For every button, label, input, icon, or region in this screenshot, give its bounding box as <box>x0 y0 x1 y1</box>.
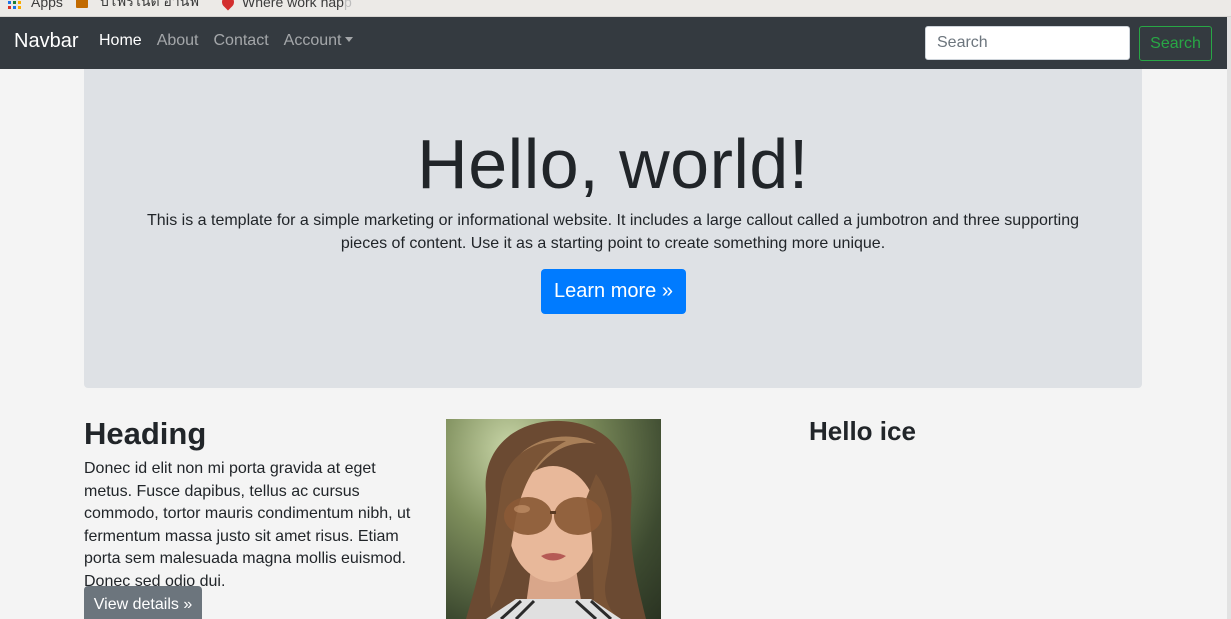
bookmark-apps[interactable]: Apps <box>8 0 63 12</box>
woman-portrait-image <box>446 419 661 619</box>
bookmark-item-2[interactable]: บิโฟร์ไนต์ อ่านฟ <box>76 0 199 12</box>
glasses-bridge <box>550 511 556 514</box>
nav-link-about[interactable]: About <box>157 32 199 50</box>
nav-dropdown-account-label: Account <box>283 32 342 49</box>
column-heading-hello-ice: Hello ice <box>809 416 916 446</box>
nav-link-home[interactable]: Home <box>99 32 142 50</box>
bookmark-item-2-label: บิโฟร์ไนต์ อ่านฟ <box>100 0 200 9</box>
jumbotron: Hello, world! This is a template for a s… <box>84 69 1142 388</box>
lens-shine <box>514 505 530 513</box>
navbar-brand[interactable]: Navbar <box>14 30 78 53</box>
bookmark-apps-label: Apps <box>31 0 63 10</box>
pin-favicon-icon <box>219 0 237 11</box>
caret-down-icon <box>345 37 354 42</box>
column-text: Donec id elit non mi porta gravida at eg… <box>84 460 411 590</box>
apps-grid-icon <box>8 0 21 9</box>
top-navbar: Navbar Home About Contact Account Search <box>0 17 1227 69</box>
bookmark-item-3-fade: p <box>343 0 352 10</box>
bookmark-item-3[interactable]: Where work hap p <box>219 0 352 12</box>
jumbotron-text: This is a template for a simple marketin… <box>146 212 1080 252</box>
view-details-button[interactable]: View details » <box>84 586 202 619</box>
lens-left <box>504 497 552 535</box>
bookmarks-bar: Apps บิโฟร์ไนต์ อ่านฟ Where work hap p <box>0 0 1231 17</box>
column-heading: Heading <box>84 416 207 451</box>
search-button[interactable]: Search <box>1139 26 1212 61</box>
nav-link-contact[interactable]: Contact <box>214 32 269 50</box>
learn-more-button[interactable]: Learn more » <box>541 269 686 314</box>
search-input[interactable] <box>925 26 1130 60</box>
nav-dropdown-account[interactable]: Account <box>284 32 354 50</box>
nav-links: Home About Contact Account <box>99 32 354 50</box>
jumbotron-title: Hello, world! <box>417 125 809 203</box>
lens-right <box>554 497 602 535</box>
page-scrollbar[interactable] <box>1227 17 1231 619</box>
portrait-illustration <box>466 420 646 619</box>
bookmark-item-3-label: Where work hap <box>242 0 344 10</box>
bookmark-favicon-icon <box>76 0 88 8</box>
